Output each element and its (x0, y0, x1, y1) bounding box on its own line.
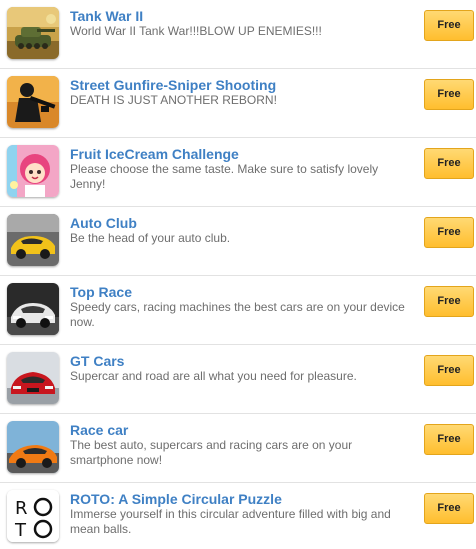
app-title[interactable]: Tank War II (70, 8, 143, 24)
list-item[interactable]: Fruit IceCream Challenge Please choose t… (0, 138, 476, 207)
list-item[interactable]: GT Cars Supercar and road are all what y… (0, 345, 476, 414)
free-button[interactable]: Free (424, 217, 474, 248)
free-button[interactable]: Free (424, 148, 474, 179)
icecream-girl-icon[interactable] (7, 145, 59, 197)
app-description: Speedy cars, racing machines the best ca… (70, 300, 405, 329)
red-car-icon[interactable] (7, 352, 59, 404)
list-item[interactable]: Street Gunfire-Sniper Shooting DEATH IS … (0, 69, 476, 138)
sniper-icon[interactable] (7, 76, 59, 128)
app-title[interactable]: Auto Club (70, 215, 137, 231)
app-description: World War II Tank War!!!BLOW UP ENEMIES!… (70, 24, 322, 38)
tank-icon[interactable] (7, 7, 59, 59)
app-description: Supercar and road are all what you need … (70, 369, 357, 383)
app-description: Be the head of your auto club. (70, 231, 231, 245)
app-description: The best auto, supercars and racing cars… (70, 438, 353, 467)
app-title[interactable]: ROTO: A Simple Circular Puzzle (70, 491, 282, 507)
app-description: Please choose the same taste. Make sure … (70, 162, 379, 191)
roto-logo-icon[interactable]: R T (7, 490, 59, 542)
app-description: DEATH IS JUST ANOTHER REBORN! (70, 93, 277, 107)
app-description: Immerse yourself in this circular advent… (70, 507, 391, 536)
list-item[interactable]: Auto Club Be the head of your auto club.… (0, 207, 476, 276)
yellow-car-icon[interactable] (7, 214, 59, 266)
free-button[interactable]: Free (424, 355, 474, 386)
app-title[interactable]: GT Cars (70, 353, 124, 369)
svg-text:T: T (14, 520, 27, 541)
list-item[interactable]: R T ROTO: A Simple Circular Puzzle Immer… (0, 483, 476, 549)
app-list: Tank War II World War II Tank War!!!BLOW… (0, 0, 476, 549)
white-car-icon[interactable] (7, 283, 59, 335)
list-item[interactable]: Top Race Speedy cars, racing machines th… (0, 276, 476, 345)
list-item[interactable]: Tank War II World War II Tank War!!!BLOW… (0, 0, 476, 69)
app-title[interactable]: Top Race (70, 284, 132, 300)
app-title[interactable]: Street Gunfire-Sniper Shooting (70, 77, 276, 93)
orange-car-icon[interactable] (7, 421, 59, 473)
app-title[interactable]: Fruit IceCream Challenge (70, 146, 239, 162)
app-title[interactable]: Race car (70, 422, 128, 438)
free-button[interactable]: Free (424, 79, 474, 110)
svg-text:R: R (15, 498, 28, 519)
free-button[interactable]: Free (424, 424, 474, 455)
free-button[interactable]: Free (424, 286, 474, 317)
list-item[interactable]: Race car The best auto, supercars and ra… (0, 414, 476, 483)
free-button[interactable]: Free (424, 493, 474, 524)
free-button[interactable]: Free (424, 10, 474, 41)
